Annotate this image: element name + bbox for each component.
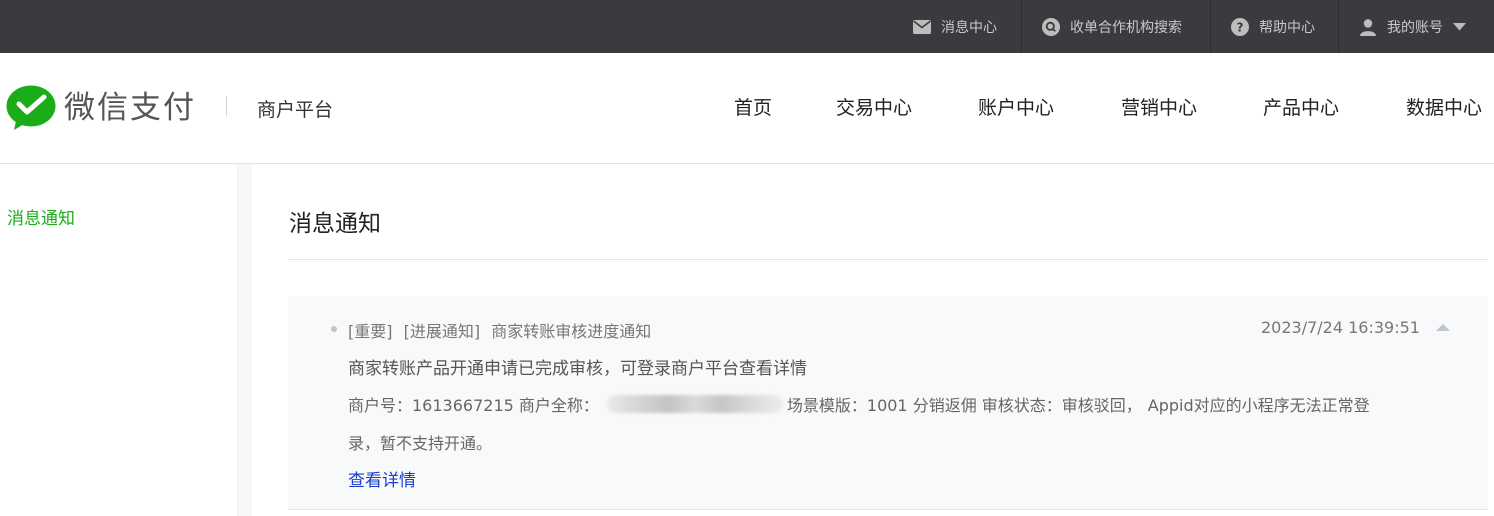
my-account-menu[interactable]: 我的账号 xyxy=(1359,0,1466,53)
mail-icon xyxy=(913,18,931,36)
message-item: [重要] [进展通知] 商家转账审核进度通知 2023/7/24 16:39:5… xyxy=(288,296,1488,510)
acquirer-search-label: 收单合作机构搜索 xyxy=(1070,19,1182,36)
page-title: 消息通知 xyxy=(289,211,381,237)
collapse-arrow-icon[interactable] xyxy=(1436,322,1450,332)
logo-text: 微信支付 xyxy=(64,89,196,126)
nav-marketing-center[interactable]: 营销中心 xyxy=(1121,93,1197,120)
title-divider xyxy=(288,259,1488,260)
merchant-info-suffix: 场景模版：1001 分销返佣 审核状态：审核驳回， xyxy=(786,396,1142,415)
topbar-divider xyxy=(1338,0,1339,53)
caret-down-icon xyxy=(1453,22,1466,31)
message-detail: 商户号：1613667215 商户全称： 场景模版：1001 分销返佣 审核状态… xyxy=(348,392,1370,416)
platform-name: 商户平台 xyxy=(257,99,334,121)
search-icon xyxy=(1042,17,1060,36)
view-details-link[interactable]: 查看详情 xyxy=(348,466,416,491)
merchant-info-prefix: 商户号：1613667215 商户全称： xyxy=(348,396,599,415)
message-detail-continued: 录，暂不支持开通。 xyxy=(348,434,493,453)
help-center-link[interactable]: ? 帮助中心 xyxy=(1231,0,1315,53)
wechat-pay-logo-icon xyxy=(6,85,56,130)
important-tag: [重要] xyxy=(348,322,393,341)
bullet-dot xyxy=(331,326,337,332)
svg-text:?: ? xyxy=(1237,20,1244,34)
progress-tag: [进展通知] xyxy=(403,322,481,341)
nav-data-center[interactable]: 数据中心 xyxy=(1406,93,1482,120)
nav-trade-center[interactable]: 交易中心 xyxy=(836,93,912,120)
user-icon xyxy=(1359,18,1377,36)
sidebar-gutter xyxy=(238,164,252,516)
message-timestamp: 2023/7/24 16:39:51 xyxy=(1261,318,1420,337)
nav-account-center[interactable]: 账户中心 xyxy=(978,93,1054,120)
top-utility-bar: 消息中心 收单合作机构搜索 ? 帮助中心 我的账号 xyxy=(0,0,1494,53)
message-center-label: 消息中心 xyxy=(941,19,997,36)
logo-divider xyxy=(226,96,227,116)
acquirer-search-link[interactable]: 收单合作机构搜索 xyxy=(1042,0,1182,53)
nav-product-center[interactable]: 产品中心 xyxy=(1263,93,1339,120)
message-center-link[interactable]: 消息中心 xyxy=(913,0,997,53)
main-header: 微信支付 商户平台 首页 交易中心 账户中心 营销中心 产品中心 数据中心 xyxy=(0,53,1494,164)
my-account-label: 我的账号 xyxy=(1387,19,1443,36)
topbar-divider xyxy=(1210,0,1211,53)
message-summary: 商家转账产品开通申请已完成审核，可登录商户平台查看详情 xyxy=(348,359,807,379)
topbar-divider xyxy=(1021,0,1022,53)
sidebar: 消息通知 xyxy=(0,164,238,516)
message-subject: 商家转账审核进度通知 xyxy=(491,322,652,341)
redacted-merchant-name xyxy=(606,395,783,413)
help-center-label: 帮助中心 xyxy=(1259,19,1315,36)
sidebar-item-message-notice[interactable]: 消息通知 xyxy=(7,204,75,229)
nav-home[interactable]: 首页 xyxy=(734,93,772,120)
message-header: [重要] [进展通知] 商家转账审核进度通知 xyxy=(348,318,657,342)
rejection-reason: Appid对应的小程序无法正常登 xyxy=(1147,396,1370,415)
help-icon: ? xyxy=(1231,17,1249,36)
wechat-pay-logo[interactable]: 微信支付 xyxy=(6,85,196,131)
